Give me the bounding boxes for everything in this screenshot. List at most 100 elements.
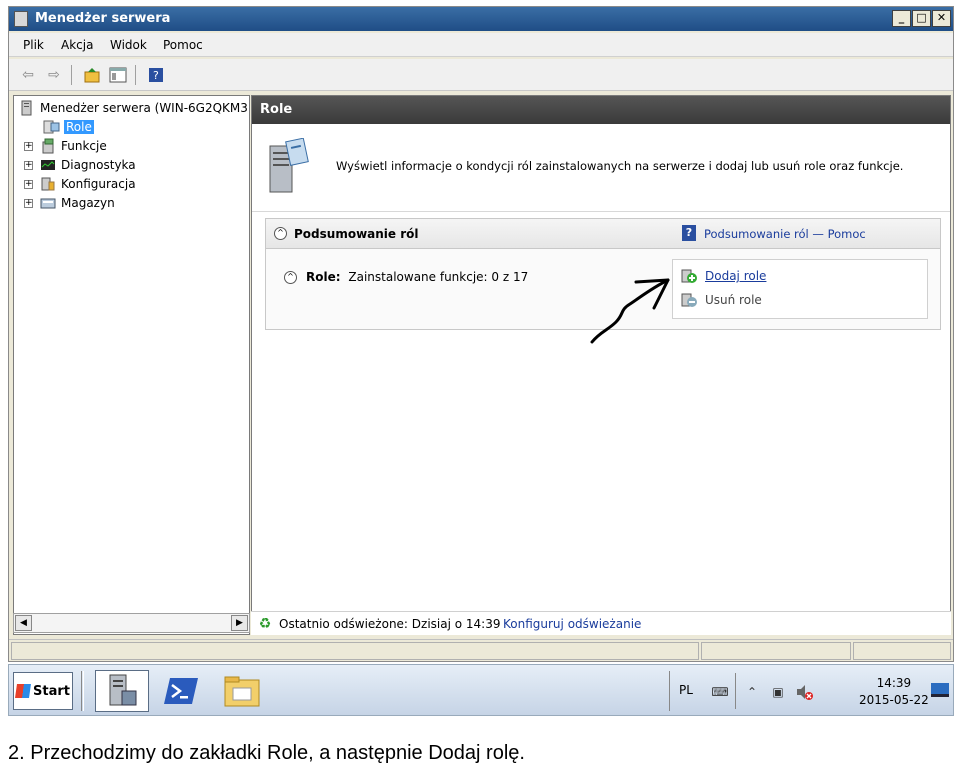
- status-segment: [11, 642, 699, 660]
- content-header: Role: [252, 96, 950, 124]
- help-icon[interactable]: ?: [145, 65, 167, 85]
- show-hide-tree-icon[interactable]: [107, 65, 129, 85]
- server-manager-icon: [109, 674, 137, 706]
- network-icon[interactable]: ▣: [769, 683, 787, 701]
- remove-roles-link[interactable]: Usuń role: [705, 293, 762, 307]
- tree-item-magazyn[interactable]: + Magazyn: [24, 194, 115, 212]
- taskbar-powershell[interactable]: [155, 670, 209, 712]
- tree-horizontal-scrollbar[interactable]: ◀ ▶: [13, 613, 250, 633]
- show-hidden-icons-icon[interactable]: ⌃: [743, 683, 761, 701]
- up-folder-icon[interactable]: [81, 65, 103, 85]
- storage-icon: [39, 195, 57, 211]
- window-title: Menedżer serwera: [35, 11, 171, 26]
- menu-pomoc[interactable]: Pomoc: [163, 38, 203, 52]
- keyboard-icon[interactable]: ⌨: [711, 683, 729, 701]
- close-button[interactable]: ✕: [932, 10, 951, 27]
- roles-actions-box: Dodaj role Usuń role: [672, 259, 928, 319]
- clock-time: 14:39: [876, 676, 912, 690]
- tree-item-konfiguracja[interactable]: + Konfiguracja: [24, 175, 136, 193]
- add-roles-action[interactable]: Dodaj role: [681, 268, 766, 284]
- forward-arrow-icon[interactable]: ⇨: [43, 65, 65, 85]
- taskbar-explorer[interactable]: [215, 670, 269, 712]
- tree-root-label: Menedżer serwera (WIN-6G2QKM3: [40, 101, 248, 115]
- tree-root[interactable]: Menedżer serwera (WIN-6G2QKM3: [18, 99, 248, 117]
- tree-item-funkcje[interactable]: + Funkcje: [24, 137, 107, 155]
- roles-icon: [42, 119, 60, 135]
- taskbar: Start PL ⌨ ⌃ ▣ 14:39 2015-05-22: [8, 664, 954, 716]
- folder-icon: [224, 676, 260, 707]
- toolbar: ⇦ ⇨ ?: [9, 59, 953, 91]
- taskbar-separator: [81, 671, 84, 711]
- roles-status-line: Role: Zainstalowane funkcje: 0 z 17: [306, 270, 528, 284]
- diagnostics-icon: [39, 157, 57, 173]
- tray-separator: [669, 671, 670, 711]
- start-label: Start: [33, 683, 70, 699]
- svg-text:?: ?: [153, 69, 159, 82]
- server-manager-icon: [14, 11, 28, 27]
- toolbar-separator: [71, 65, 72, 85]
- system-tray: PL ⌨ ⌃ ▣ 14:39 2015-05-22: [669, 669, 951, 713]
- windows-flag-icon: [15, 684, 31, 698]
- menu-bar: Plik Akcja Widok Pomoc: [9, 33, 953, 57]
- summary-help-link[interactable]: Podsumowanie ról — Pomoc: [704, 227, 866, 241]
- expand-icon[interactable]: +: [24, 198, 33, 208]
- tree-item-role[interactable]: Role: [42, 118, 94, 136]
- summary-header: ^ Podsumowanie ról ? Podsumowanie ról — …: [266, 219, 940, 249]
- tree-item-label: Konfiguracja: [61, 177, 136, 191]
- clock-date: 2015-05-22: [859, 693, 929, 707]
- info-text: Wyświetl informacje o kondycji ról zains…: [336, 159, 904, 173]
- start-button[interactable]: Start: [13, 672, 73, 710]
- collapse-icon[interactable]: ^: [274, 227, 287, 240]
- remove-roles-icon: [681, 292, 697, 308]
- powershell-icon: [164, 678, 198, 704]
- volume-muted-icon[interactable]: [795, 683, 813, 701]
- collapse-icon[interactable]: ^: [284, 271, 297, 284]
- configuration-icon: [39, 176, 57, 192]
- add-roles-link[interactable]: Dodaj role: [705, 269, 766, 283]
- system-clock[interactable]: 14:39 2015-05-22: [859, 675, 929, 709]
- server-manager-window: Menedżer serwera _ □ ✕ Plik Akcja Widok …: [8, 6, 954, 662]
- back-arrow-icon[interactable]: ⇦: [17, 65, 39, 85]
- expand-icon[interactable]: +: [24, 179, 33, 189]
- console-tree: Menedżer serwera (WIN-6G2QKM3 Role + Fun…: [13, 95, 250, 635]
- expand-icon[interactable]: +: [24, 160, 33, 170]
- refresh-icon[interactable]: ♻: [257, 616, 273, 632]
- show-desktop-icon[interactable]: [931, 683, 949, 697]
- minimize-button[interactable]: _: [892, 10, 911, 27]
- role-label: Role:: [306, 270, 341, 284]
- tray-separator: [735, 673, 736, 709]
- expand-icon[interactable]: +: [24, 141, 33, 151]
- last-refreshed-text: Ostatnio odświeżone: Dzisiaj o 14:39: [279, 617, 501, 631]
- language-indicator[interactable]: PL: [679, 683, 693, 697]
- summary-title: Podsumowanie ról: [294, 227, 419, 241]
- tree-item-diagnostyka[interactable]: + Diagnostyka: [24, 156, 136, 174]
- add-roles-icon: [681, 268, 697, 284]
- help-icon: ?: [682, 225, 696, 241]
- tree-item-label: Funkcje: [61, 139, 107, 153]
- roles-content-pane: Role Wyświetl informacje o kondycji ról …: [251, 95, 951, 635]
- server-icon: [18, 100, 36, 116]
- refresh-status-bar: ♻ Ostatnio odświeżone: Dzisiaj o 14:39 K…: [251, 611, 951, 635]
- title-bar[interactable]: Menedżer serwera _ □ ✕: [9, 7, 953, 31]
- status-segment: [853, 642, 951, 660]
- tree-item-label: Magazyn: [61, 196, 115, 210]
- tree-item-label: Diagnostyka: [61, 158, 136, 172]
- taskbar-server-manager[interactable]: [95, 670, 149, 712]
- role-value: Zainstalowane funkcje: 0 z 17: [348, 270, 529, 284]
- menu-akcja[interactable]: Akcja: [61, 38, 93, 52]
- hand-drawn-arrow: [590, 278, 670, 344]
- instruction-caption: 2. Przechodzimy do zakładki Role, a nast…: [8, 742, 525, 764]
- scroll-right-icon[interactable]: ▶: [231, 615, 248, 631]
- scroll-left-icon[interactable]: ◀: [15, 615, 32, 631]
- remove-roles-action[interactable]: Usuń role: [681, 292, 762, 308]
- status-segment: [701, 642, 851, 660]
- info-band: Wyświetl informacje o kondycji ról zains…: [252, 126, 950, 212]
- status-bar: [9, 639, 953, 661]
- menu-widok[interactable]: Widok: [110, 38, 147, 52]
- menu-plik[interactable]: Plik: [23, 38, 44, 52]
- tree-item-label: Role: [64, 120, 94, 134]
- toolbar-separator: [135, 65, 136, 85]
- server-roles-large-icon: [266, 137, 312, 194]
- configure-refresh-link[interactable]: Konfiguruj odświeżanie: [503, 617, 641, 631]
- maximize-button[interactable]: □: [912, 10, 931, 27]
